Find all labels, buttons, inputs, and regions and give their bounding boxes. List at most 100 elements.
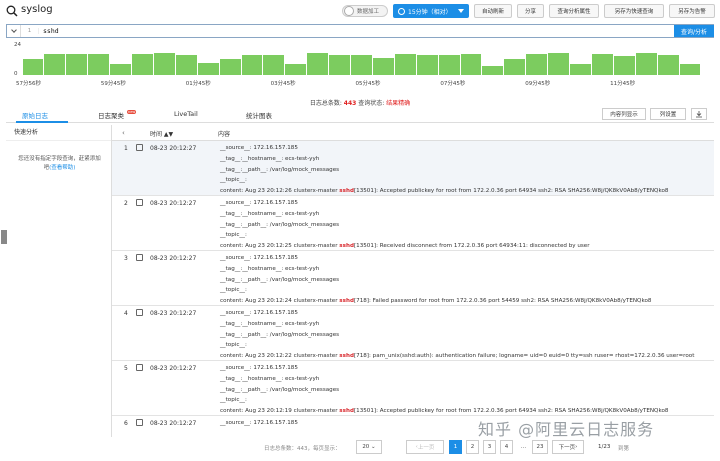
query-properties-button[interactable]: 查询分析属性 <box>549 4 599 18</box>
histogram-bar[interactable] <box>66 53 88 75</box>
histogram-bar[interactable] <box>241 55 263 75</box>
histogram-bar[interactable] <box>416 55 438 75</box>
histogram-bar[interactable] <box>351 55 372 75</box>
log-context-icon[interactable] <box>136 144 143 151</box>
histogram-bar[interactable] <box>548 52 570 75</box>
prev-page-button[interactable]: ‹ 上一页 <box>406 440 444 454</box>
watermark: 知乎 @阿里云日志服务 <box>478 420 655 439</box>
download-icon[interactable] <box>691 108 707 120</box>
caret-down-icon <box>458 9 464 13</box>
histogram-bar[interactable] <box>657 55 679 75</box>
histogram-bar[interactable] <box>438 55 460 75</box>
save-alert-button[interactable]: 另存为告警 <box>669 4 715 18</box>
histogram-bar[interactable] <box>219 58 241 75</box>
histogram-bar[interactable] <box>263 55 285 75</box>
search-button[interactable]: 查询/分析 <box>674 25 714 37</box>
page-4-button[interactable]: 4 <box>500 440 513 454</box>
field-hostname: __tag__:__hostname__: ecs-test-yyh <box>220 320 320 327</box>
histogram-bar[interactable] <box>482 66 504 75</box>
table-row[interactable]: 5 08-23 20:12:27 __source__: 172.16.157.18… <box>112 361 714 416</box>
histogram-bar[interactable] <box>570 63 591 75</box>
clock-icon <box>398 7 405 15</box>
histogram-bar[interactable] <box>635 52 657 75</box>
page-1-button[interactable]: 1 <box>449 440 462 454</box>
histogram-bar[interactable] <box>679 63 701 75</box>
tab-charts[interactable]: 统计图表 <box>246 110 272 120</box>
histogram-bar[interactable] <box>44 53 66 75</box>
field-source: __source__: 172.16.157.185 <box>220 145 298 151</box>
log-context-icon[interactable] <box>136 309 143 316</box>
histogram-bar[interactable] <box>153 52 175 75</box>
histogram-bar[interactable] <box>285 63 307 75</box>
histogram-bar[interactable] <box>504 58 526 75</box>
log-context-icon[interactable] <box>136 364 143 371</box>
time-range-selector[interactable]: 15分钟（相对） <box>393 4 469 18</box>
histogram-bar[interactable] <box>613 56 635 75</box>
histogram-bar[interactable] <box>460 53 482 75</box>
time-column-header[interactable]: 时间 ▲▼ <box>150 129 173 138</box>
table-row[interactable]: 4 08-23 20:12:27 __source__: 172.16.157.18… <box>112 306 714 361</box>
row-content: __source__: 172.16.157.185 __tag__:__host… <box>220 363 668 417</box>
table-row[interactable]: 1 08-23 20:12:27 __source__: 172.16.157.18… <box>112 141 714 196</box>
row-time: 08-23 20:12:27 <box>150 145 197 152</box>
help-link[interactable]: (查看帮助) <box>49 165 75 171</box>
log-context-icon[interactable] <box>136 254 143 261</box>
x-tick-label: 11分45秒 <box>610 81 636 87</box>
next-page-button[interactable]: 下一页 › <box>552 440 584 454</box>
histogram-bar[interactable] <box>526 53 548 75</box>
field-source: __source__: 172.16.157.185 <box>220 365 298 371</box>
field-path: __tag__:__path__: /var/log/mock_messages <box>220 276 340 283</box>
save-quick-query-button[interactable]: 另存为快速查询 <box>604 4 664 18</box>
field-source: __source__: 172.16.157.185 <box>220 255 298 261</box>
histogram-bar[interactable] <box>591 53 613 75</box>
row-content: __source__: 172.16.157.185 __tag__:__host… <box>220 143 668 197</box>
time-range-label: 15分钟（相对） <box>408 8 452 16</box>
histogram-bar[interactable] <box>132 53 153 75</box>
table-row[interactable]: 3 08-23 20:12:27 __source__: 172.16.157.18… <box>112 251 714 306</box>
table-body: 1 08-23 20:12:27 __source__: 172.16.157.18… <box>112 141 714 437</box>
log-histogram[interactable]: 24 0 57分56秒 59分45秒 01分45秒 03分45秒 05分45秒 07分45… <box>6 42 714 94</box>
row-content: __source__: 172.16.157.185 __tag__:__host… <box>220 253 651 307</box>
query-editor[interactable]: 1 sshd <box>6 24 714 38</box>
row-time: 08-23 20:12:27 <box>150 365 197 372</box>
goto-label: 到第 <box>618 446 630 452</box>
histogram-bar[interactable] <box>372 57 394 75</box>
page-last-button[interactable]: 23 <box>532 440 548 454</box>
auto-refresh-button[interactable]: 自动刷新 <box>474 4 512 18</box>
data-processing-toggle[interactable]: 数据加工 <box>342 5 388 17</box>
page-2-button[interactable]: 2 <box>466 440 479 454</box>
quick-analysis-panel: 快速分析 您还没有指定字段查询，赶紧添加吧(查看帮助) <box>6 125 112 437</box>
tab-livetail[interactable]: LiveTail <box>174 110 198 118</box>
keyword-highlight: sshd <box>339 353 354 360</box>
line-number: 1 <box>21 28 39 34</box>
page-3-button[interactable]: 3 <box>483 440 496 454</box>
page-size-select[interactable]: 20 ⌄ <box>356 440 382 454</box>
query-input[interactable]: sshd <box>39 27 692 35</box>
tab-log-cluster[interactable]: 日志聚类 <box>98 110 124 120</box>
row-content: __source__: 172.16.157.185 __tag__:__host… <box>220 308 694 362</box>
panel-collapse-handle[interactable] <box>1 230 7 244</box>
histogram-bar[interactable] <box>110 63 131 75</box>
histogram-bar[interactable] <box>329 55 351 75</box>
content-rest: [718]: Failed password for root from 172… <box>353 298 652 305</box>
collapse-chevron-icon[interactable]: ‹ <box>122 129 125 137</box>
chevron-down-icon[interactable] <box>7 25 21 37</box>
histogram-bar[interactable] <box>394 53 416 75</box>
field-topic: __topic__: <box>220 342 247 349</box>
field-source: __source__: 172.16.157.185 <box>220 310 298 316</box>
log-context-icon[interactable] <box>136 199 143 206</box>
x-tick-label: 59分45秒 <box>100 81 126 87</box>
histogram-bar[interactable] <box>88 53 110 75</box>
table-row[interactable]: 2 08-23 20:12:27 __source__: 172.16.157.18… <box>112 196 714 251</box>
content-display-button[interactable]: 内容列显示 <box>602 108 646 120</box>
page-ellipsis: ... <box>517 440 530 454</box>
log-context-icon[interactable] <box>136 419 143 426</box>
column-settings-button[interactable]: 列设置 <box>650 108 686 120</box>
share-button[interactable]: 分享 <box>517 4 544 18</box>
histogram-bar[interactable] <box>22 58 44 75</box>
row-time: 08-23 20:12:27 <box>150 420 197 427</box>
tab-raw-logs[interactable]: 原始日志 <box>22 110 48 120</box>
histogram-bar[interactable] <box>197 62 219 75</box>
histogram-bar[interactable] <box>175 55 197 75</box>
histogram-bar[interactable] <box>307 52 329 75</box>
